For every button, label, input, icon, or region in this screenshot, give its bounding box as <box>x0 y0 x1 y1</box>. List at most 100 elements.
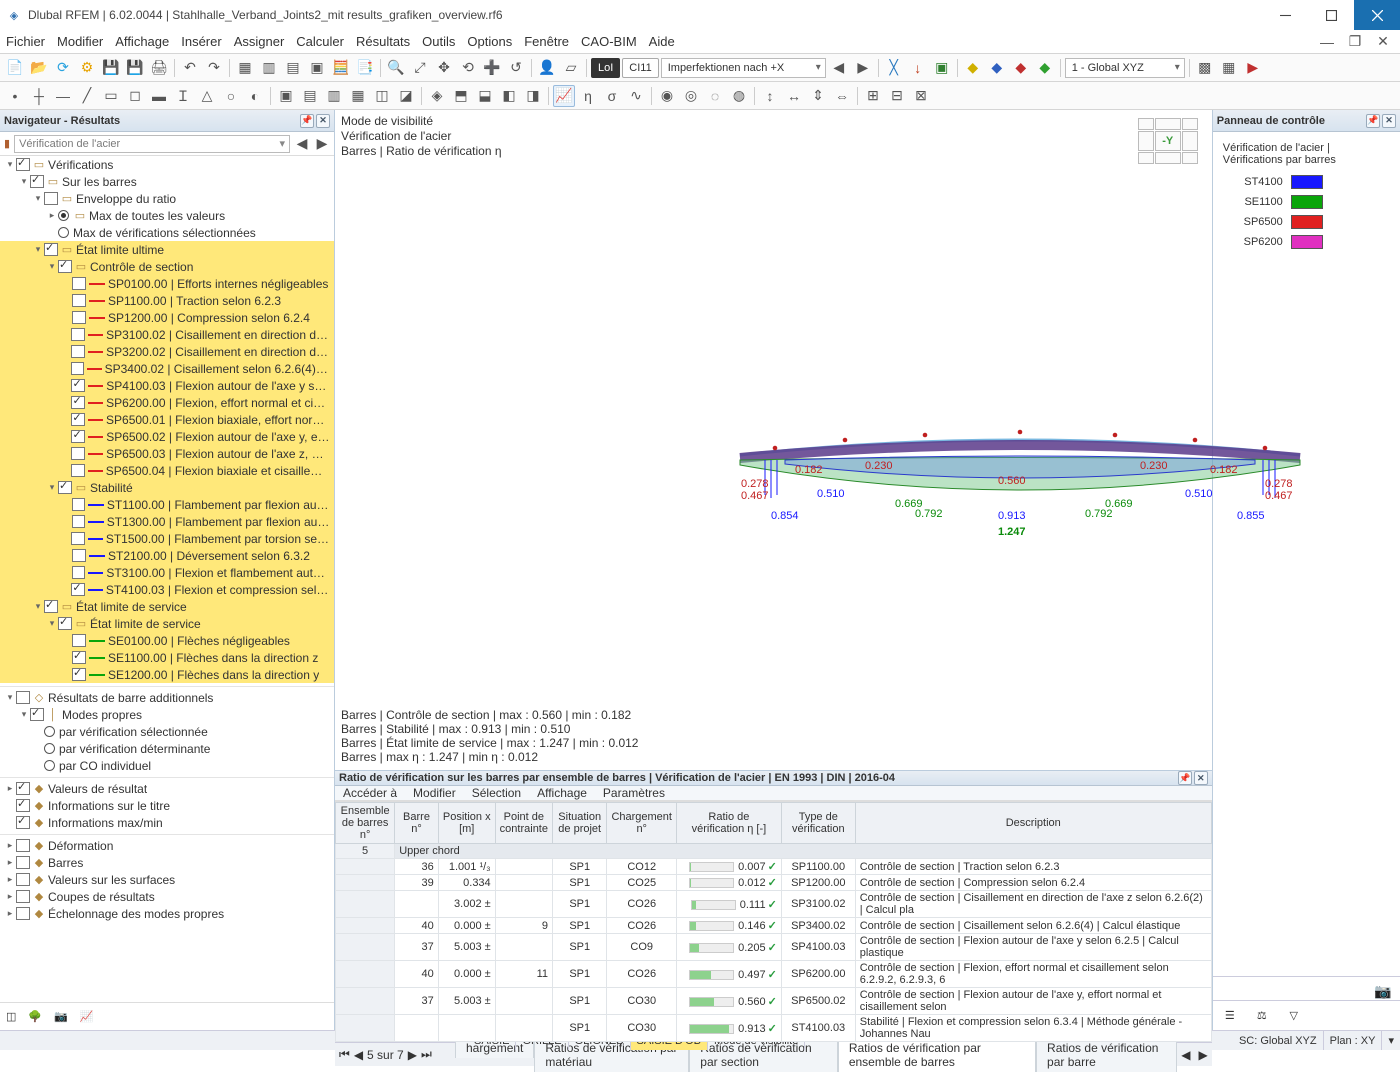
results-table[interactable]: Ensemble de barres n°Barre n°Position x … <box>335 802 1212 1042</box>
tree-row[interactable]: SP3200.02 | Cisaillement en direction de… <box>0 343 334 360</box>
navfoot-views-icon[interactable]: ◫ <box>6 1010 16 1023</box>
tree-row[interactable]: SP0100.00 | Efforts internes négligeable… <box>0 275 334 292</box>
top-icon[interactable]: ⬒ <box>450 85 472 107</box>
run-icon[interactable]: ▶ <box>1242 57 1264 79</box>
tree-row[interactable]: SE1100.00 | Flèches dans la direction z <box>0 649 334 666</box>
tree-row[interactable]: ▸▭Max de toutes les valeurs <box>0 207 334 224</box>
pin-icon[interactable]: 📌 <box>1178 771 1192 785</box>
memberx-icon[interactable]: ╱ <box>76 85 98 107</box>
snap-icon[interactable]: ⊞ <box>862 85 884 107</box>
hinge-icon[interactable]: ○ <box>220 85 242 107</box>
tree-row[interactable]: SP6500.03 | Flexion autour de l'axe z, e… <box>0 445 334 462</box>
close-icon[interactable]: ✕ <box>316 114 330 128</box>
tree-row[interactable]: SP6500.01 | Flexion biaxiale, effort nor… <box>0 411 334 428</box>
print-icon[interactable]: 🖨 <box>148 57 170 79</box>
menu-affichage[interactable]: Affichage <box>115 34 169 49</box>
navfoot-cam-icon[interactable]: 📷 <box>54 1010 68 1023</box>
tree-row[interactable]: SP6200.00 | Flexion, effort normal et ci… <box>0 394 334 411</box>
open-icon[interactable]: 📂 <box>28 57 50 79</box>
menu-resultats[interactable]: Résultats <box>356 34 410 49</box>
minimize-button[interactable] <box>1262 0 1308 30</box>
section-icon[interactable]: Ｉ <box>172 85 194 107</box>
doc-icon[interactable]: 📑 <box>354 57 376 79</box>
tree-row[interactable]: ▾▭Vérifications <box>0 156 334 173</box>
tree-row[interactable]: SP3400.02 | Cisaillement selon 6.2.6(4) … <box>0 360 334 377</box>
mesh-icon[interactable]: ▩ <box>1194 57 1216 79</box>
tree-row[interactable]: ▾▭Stabilité <box>0 479 334 496</box>
arrow-left-icon[interactable]: ◀ <box>828 57 850 79</box>
tree-row[interactable]: ST4100.03 | Flexion et compression selon… <box>0 581 334 598</box>
tree-row[interactable]: ▸◆Valeurs sur les surfaces <box>0 871 334 888</box>
lol-chip[interactable]: LoI <box>591 58 620 78</box>
tree-row[interactable]: ▸◆Valeurs de résultat <box>0 780 334 797</box>
global-combo[interactable]: 1 - Global XYZ <box>1065 58 1185 78</box>
deform-icon[interactable]: ∿ <box>625 85 647 107</box>
tree-row[interactable]: ▾│Modes propres <box>0 706 334 723</box>
nav-prev-icon[interactable]: ◀ <box>294 133 310 155</box>
scale4-icon[interactable]: ⇔ <box>831 85 853 107</box>
support-icon[interactable]: △ <box>196 85 218 107</box>
saveall-icon[interactable]: 💾 <box>124 57 146 79</box>
tree-row[interactable]: ▸◆Barres <box>0 854 334 871</box>
tree-row[interactable]: par vérification déterminante <box>0 740 334 757</box>
struct-icon[interactable]: ╳ <box>883 57 905 79</box>
opening-icon[interactable]: ◻ <box>124 85 146 107</box>
nav-tree[interactable]: ▾▭Vérifications▾▭Sur les barres▾▭Envelop… <box>0 156 334 1002</box>
person-icon[interactable]: 👤 <box>536 57 558 79</box>
tree-row[interactable]: ▸◆Échelonnage des modes propres <box>0 905 334 922</box>
view1-icon[interactable]: ▣ <box>275 85 297 107</box>
tree-row[interactable]: Max de vérifications sélectionnées <box>0 224 334 241</box>
result-icon[interactable]: ▣ <box>931 57 953 79</box>
nav-next-icon[interactable]: ▶ <box>314 133 330 155</box>
zoomin-icon[interactable]: ➕ <box>481 57 503 79</box>
graph-icon[interactable]: 📈 <box>553 85 575 107</box>
node-icon[interactable]: • <box>4 85 26 107</box>
scale2-icon[interactable]: ↔ <box>783 85 805 107</box>
menu-fichier[interactable]: Fichier <box>6 34 45 49</box>
load-icon[interactable]: ↓ <box>907 57 929 79</box>
first-icon[interactable]: ⏮ <box>339 1047 350 1062</box>
imperf-combo[interactable]: Imperfektionen nach +X <box>661 58 826 78</box>
surface-icon[interactable]: ▭ <box>100 85 122 107</box>
tree-row[interactable]: ▾▭État limite ultime <box>0 241 334 258</box>
show3-icon[interactable]: ◌ <box>704 85 726 107</box>
viewport[interactable]: Mode de visibilité Vérification de l'aci… <box>335 110 1212 770</box>
undo-icon[interactable]: ↶ <box>179 57 201 79</box>
filter-icon[interactable]: ▽ <box>1285 1007 1303 1025</box>
zoomprev-icon[interactable]: ↺ <box>505 57 527 79</box>
grid-icon[interactable]: ▦ <box>1218 57 1240 79</box>
close-icon[interactable]: ✕ <box>1382 114 1396 128</box>
member-icon[interactable]: — <box>52 85 74 107</box>
screenshot-icon[interactable]: 📷 <box>1372 980 1394 1002</box>
snap2-icon[interactable]: ⊟ <box>886 85 908 107</box>
table4-icon[interactable]: ▣ <box>306 57 328 79</box>
close-button[interactable] <box>1354 0 1400 30</box>
results-tab[interactable]: Ratios de vérification par ensemble de b… <box>838 1037 1036 1072</box>
color3-icon[interactable]: ◆ <box>1010 57 1032 79</box>
filter-combo[interactable]: Vérification de l'acier▾ <box>14 135 290 153</box>
list-icon[interactable]: ☰ <box>1221 1007 1239 1025</box>
balance-icon[interactable]: ⚖ <box>1253 1007 1271 1025</box>
color1-icon[interactable]: ◆ <box>962 57 984 79</box>
table2-icon[interactable]: ▥ <box>258 57 280 79</box>
pin-icon[interactable]: 📌 <box>1366 114 1380 128</box>
tree-row[interactable]: ▸◆Coupes de résultats <box>0 888 334 905</box>
release-icon[interactable]: ◐ <box>244 85 266 107</box>
redo-icon[interactable]: ↷ <box>203 57 225 79</box>
sb-more-icon[interactable]: ▾ <box>1382 1031 1400 1050</box>
view4-icon[interactable]: ▦ <box>347 85 369 107</box>
view5-icon[interactable]: ◫ <box>371 85 393 107</box>
close-doc-button[interactable]: ✕ <box>1372 31 1394 53</box>
navfoot-result-icon[interactable]: 📈 <box>80 1010 94 1023</box>
scale-icon[interactable]: ↕ <box>759 85 781 107</box>
scale3-icon[interactable]: ⇕ <box>807 85 829 107</box>
tree-row[interactable]: ▾▭Contrôle de section <box>0 258 334 275</box>
snap3-icon[interactable]: ⊠ <box>910 85 932 107</box>
arrow-right-icon[interactable]: ▶ <box>852 57 874 79</box>
menu-calculer[interactable]: Calculer <box>296 34 344 49</box>
tree-row[interactable]: SP1200.00 | Compression selon 6.2.4 <box>0 309 334 326</box>
iso-icon[interactable]: ◈ <box>426 85 448 107</box>
restore-doc-button[interactable]: ❐ <box>1344 31 1366 53</box>
tree-row[interactable]: par vérification sélectionnée <box>0 723 334 740</box>
menu-caobim[interactable]: CAO-BIM <box>581 34 637 49</box>
